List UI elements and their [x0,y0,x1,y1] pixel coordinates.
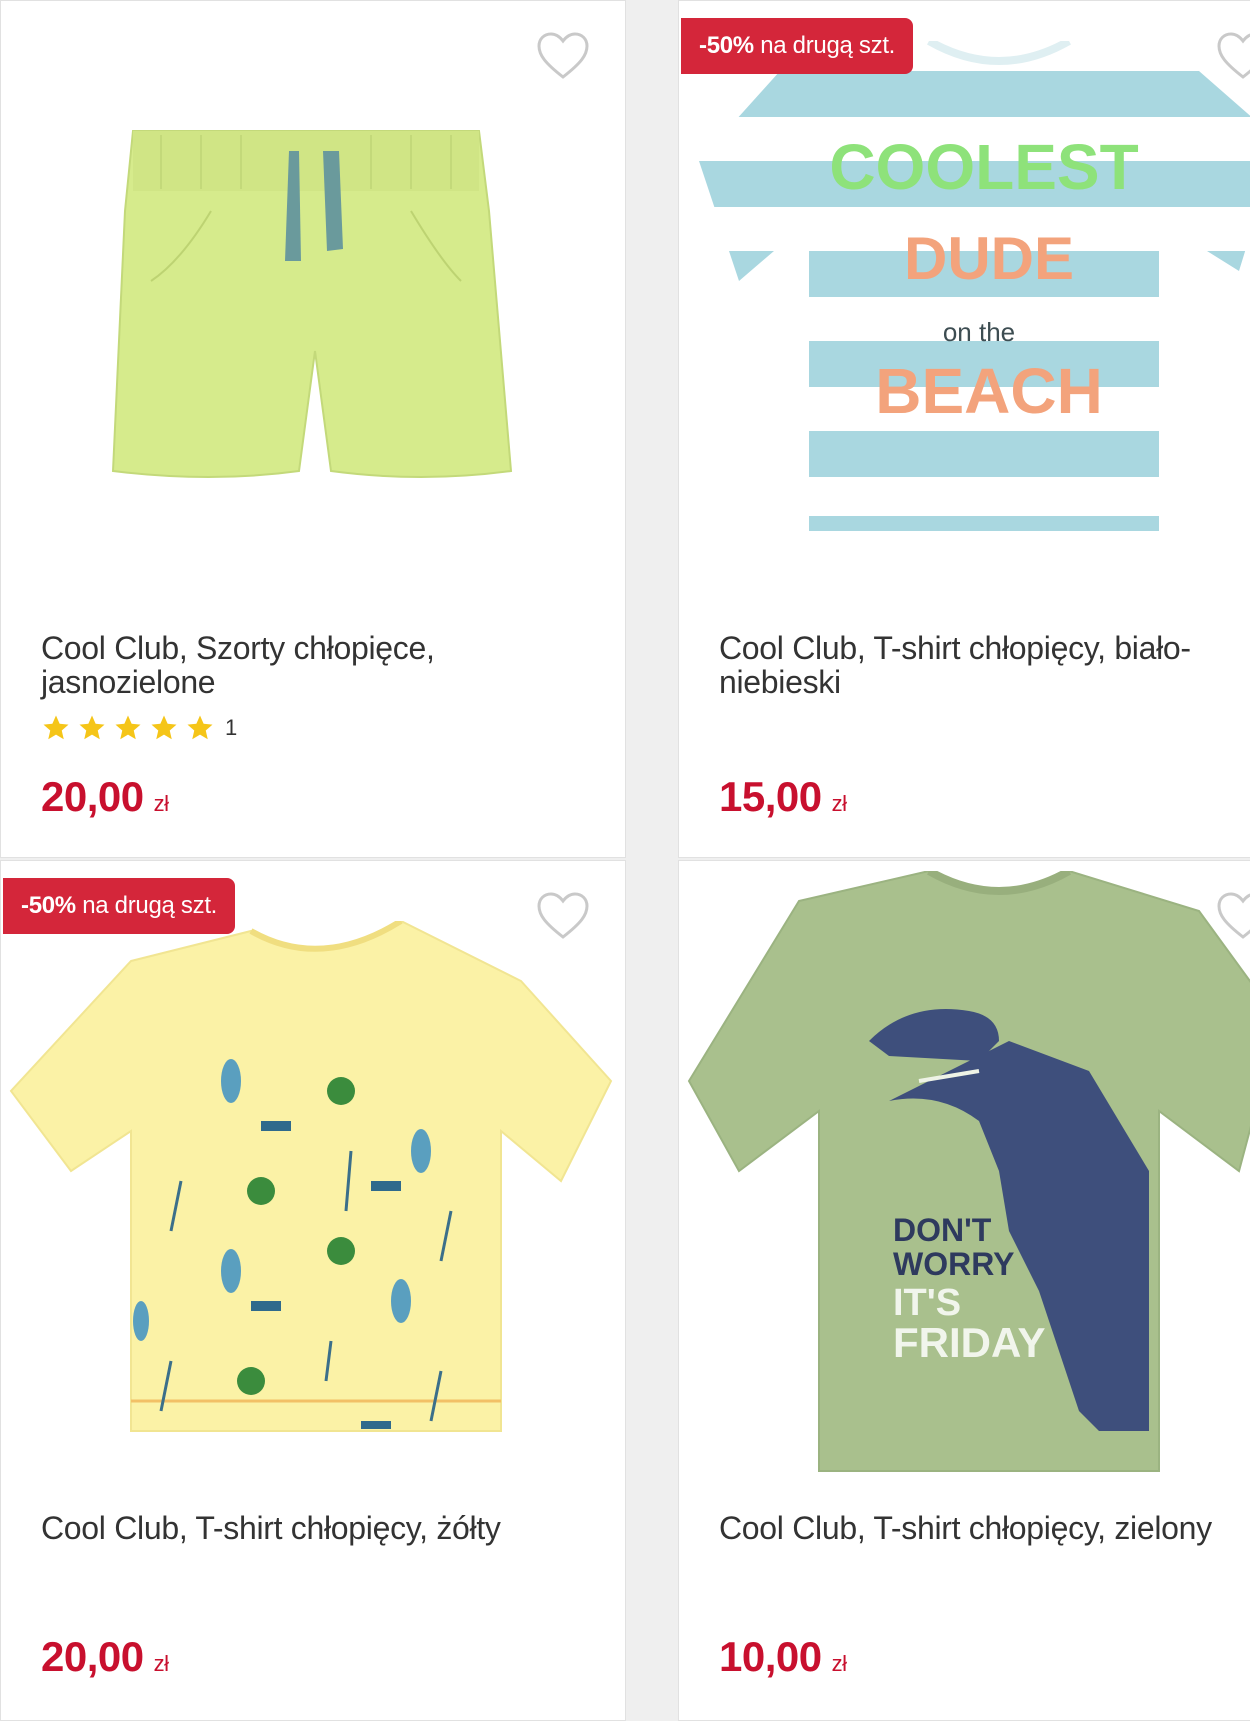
star-icon [115,715,141,740]
currency: zł [153,791,169,816]
print-line-4: BEACH [875,355,1103,427]
product-card-striped-tshirt[interactable]: COOLEST DUDE on the BEACH -50% na drugą … [678,0,1250,858]
promo-badge: -50% na drugą szt. [681,18,914,74]
currency: zł [831,791,847,816]
product-card-yellow-tshirt[interactable]: -50% na drugą szt. Cool Club, T-shirt ch… [0,860,626,1721]
currency: zł [831,1651,847,1676]
rating: 1 [41,713,237,743]
print-line-4: FRIDAY [893,1319,1045,1366]
product-image-striped-tshirt[interactable]: COOLEST DUDE on the BEACH [679,41,1250,541]
heart-icon[interactable] [535,31,591,81]
currency: zł [153,1651,169,1676]
star-icon [151,715,177,740]
product-card-green-tshirt[interactable]: DON'T WORRY IT'S FRIDAY Cool Club, T-shi… [678,860,1250,1721]
price: 15,00 zł [719,773,847,821]
star-icon [187,715,213,740]
heart-icon[interactable] [1215,891,1250,941]
rating-count: 1 [225,715,238,740]
heart-icon[interactable] [1215,31,1250,81]
product-image-shorts[interactable] [1,111,626,511]
price: 20,00 zł [41,773,169,821]
price-value: 20,00 [41,1633,144,1680]
print-line-2: DUDE [904,225,1074,292]
print-line-1: COOLEST [829,131,1138,203]
heart-icon[interactable] [535,891,591,941]
product-title[interactable]: Cool Club, T-shirt chłopięcy, zielony [719,1511,1250,1545]
star-icon [79,715,105,740]
product-title[interactable]: Cool Club, T-shirt chłopięcy, żółty [41,1511,601,1545]
promo-badge: -50% na drugą szt. [3,878,236,934]
product-image-yellow-tshirt[interactable] [1,921,626,1441]
badge-percent: -50% [699,32,754,59]
price: 20,00 zł [41,1633,169,1681]
badge-text: na drugą szt. [82,892,218,919]
price-value: 20,00 [41,773,144,820]
product-card-shorts[interactable]: Cool Club, Szorty chłopięce, jasnozielon… [0,0,626,858]
product-title[interactable]: Cool Club, T-shirt chłopięcy, biało-nieb… [719,631,1250,699]
print-line-3: IT'S [893,1282,961,1324]
badge-text: na drugą szt. [760,32,896,59]
price-value: 15,00 [719,773,822,820]
star-icon [43,715,69,740]
badge-percent: -50% [21,892,76,919]
product-image-green-tshirt[interactable]: DON'T WORRY IT'S FRIDAY [679,871,1250,1491]
product-title[interactable]: Cool Club, Szorty chłopięce, jasnozielon… [41,631,601,699]
print-line-2: WORRY [893,1246,1014,1282]
print-line-3: on the [943,317,1015,347]
print-line-1: DON'T [893,1212,992,1248]
price-value: 10,00 [719,1633,822,1680]
price: 10,00 zł [719,1633,847,1681]
